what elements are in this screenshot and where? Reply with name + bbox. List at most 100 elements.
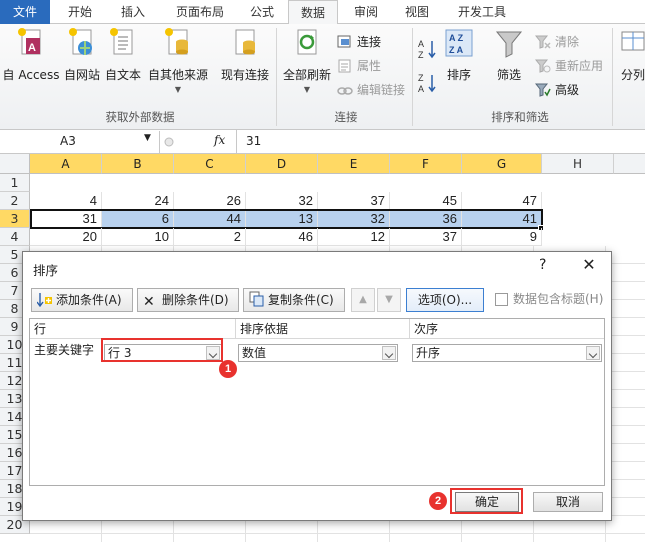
add-level-label: 添加条件(A)	[56, 293, 122, 307]
edit-links-button[interactable]: 编辑链接	[337, 80, 405, 100]
column-header[interactable]: B	[102, 154, 174, 174]
properties-button[interactable]: 属性	[337, 56, 381, 76]
dropdown-arrow-icon: ▼	[174, 85, 182, 94]
select-all-corner[interactable]	[0, 154, 30, 174]
copy-level-label: 复制条件(C)	[268, 293, 334, 307]
clear-label: 清除	[555, 35, 580, 49]
svg-text:Z: Z	[418, 50, 424, 60]
tab-developer[interactable]: 开发工具	[446, 0, 518, 24]
name-box[interactable]: A3 ▼	[0, 131, 160, 153]
add-level-button[interactable]: 添加条件(A)	[31, 288, 133, 312]
clear-filter-button[interactable]: 清除	[534, 32, 580, 52]
from-text-label: 自文本	[104, 68, 141, 82]
cancel-button[interactable]: 取消	[533, 492, 603, 512]
options-button[interactable]: 选项(O)...	[406, 288, 484, 312]
advanced-label: 高级	[555, 83, 580, 97]
refresh-all-label: 全部刷新	[282, 68, 331, 82]
svg-text:A: A	[418, 39, 424, 49]
cell-G2[interactable]: 47	[462, 192, 542, 210]
cell-E4[interactable]: 12	[318, 228, 390, 246]
move-up-button[interactable]: ▲	[351, 288, 375, 312]
cell-C4[interactable]: 2	[174, 228, 246, 246]
filter-label: 筛选	[496, 68, 521, 82]
tab-review[interactable]: 审阅	[342, 0, 390, 24]
tab-view[interactable]: 视图	[392, 0, 442, 24]
from-other-sources-button[interactable]: 自其他来源 ▼	[145, 28, 211, 94]
has-headers-checkbox[interactable]	[495, 293, 508, 306]
connections-button[interactable]: 连接	[337, 32, 381, 52]
delete-level-button[interactable]: ✕ 删除条件(D)	[137, 288, 239, 312]
order-select[interactable]: 升序	[412, 344, 602, 362]
cell-A4[interactable]: 20	[30, 228, 102, 246]
chevron-down-icon[interactable]	[586, 346, 600, 360]
reapply-label: 重新应用	[555, 59, 604, 73]
sort-on-select[interactable]: 数值	[238, 344, 398, 362]
delete-level-label: 删除条件(D)	[162, 293, 229, 307]
connections-label: 连接	[357, 35, 382, 49]
delete-icon: ✕	[143, 294, 155, 310]
tab-home[interactable]: 开始	[55, 0, 105, 24]
sort-az-icon[interactable]: AZ	[418, 38, 438, 63]
name-box-dropdown-icon[interactable]: ▼	[144, 133, 151, 143]
group-separator	[612, 28, 613, 126]
advanced-filter-button[interactable]: 高级	[534, 80, 580, 100]
column-header[interactable]: F	[390, 154, 462, 174]
add-level-icon	[36, 291, 53, 314]
dialog-title: 排序	[33, 263, 59, 278]
column-header[interactable]	[614, 154, 645, 174]
tab-insert[interactable]: 插入	[108, 0, 158, 24]
help-button[interactable]: ?	[539, 257, 546, 273]
sort-button[interactable]: A Z Z A 排序	[442, 28, 476, 83]
from-web-button[interactable]: 自网站	[62, 28, 102, 83]
copy-level-button[interactable]: 复制条件(C)	[243, 288, 345, 312]
row-header[interactable]: 3	[0, 210, 30, 228]
column-header[interactable]: C	[174, 154, 246, 174]
formula-bar-resize-handle[interactable]	[164, 134, 174, 150]
existing-connections-icon	[230, 28, 260, 60]
cell-E2[interactable]: 37	[318, 192, 390, 210]
cell-F2[interactable]: 45	[390, 192, 462, 210]
advanced-filter-icon	[534, 82, 551, 98]
tab-formulas[interactable]: 公式	[240, 0, 284, 24]
formula-input[interactable]: 31	[246, 134, 261, 148]
reapply-button[interactable]: 重新应用	[534, 56, 604, 76]
column-header[interactable]: E	[318, 154, 390, 174]
from-text-button[interactable]: 自文本	[103, 28, 143, 83]
cell-B4[interactable]: 10	[102, 228, 174, 246]
chevron-down-icon[interactable]	[382, 346, 396, 360]
cell-G4[interactable]: 9	[462, 228, 542, 246]
column-header[interactable]: H	[542, 154, 614, 174]
refresh-icon	[292, 28, 322, 60]
column-header[interactable]: D	[246, 154, 318, 174]
cell-F4[interactable]: 37	[390, 228, 462, 246]
close-button[interactable]: ✕	[577, 254, 601, 276]
row-header[interactable]: 2	[0, 192, 30, 210]
cell-C2[interactable]: 26	[174, 192, 246, 210]
cell-D2[interactable]: 32	[246, 192, 318, 210]
tab-data[interactable]: 数据	[288, 0, 338, 25]
column-order-header: 次序	[410, 319, 604, 339]
move-down-button[interactable]: ▼	[377, 288, 401, 312]
from-access-label: 自 Access	[2, 68, 60, 82]
column-header[interactable]: G	[462, 154, 542, 174]
from-access-button[interactable]: A 自 Access	[2, 28, 60, 83]
sort-dialog: 排序 ? ✕ 添加条件(A) ✕ 删除条件(D) 复制条件(C) ▲ ▼ 选项(…	[22, 251, 612, 521]
tab-page-layout[interactable]: 页面布局	[162, 0, 238, 24]
annotation-box-ok	[450, 488, 523, 514]
row-header[interactable]: 4	[0, 228, 30, 246]
filter-icon	[494, 28, 524, 60]
refresh-all-button[interactable]: 全部刷新 ▼	[280, 28, 334, 94]
sort-za-icon[interactable]: ZA	[418, 72, 438, 97]
row-header[interactable]: 1	[0, 174, 30, 192]
column-header[interactable]: A	[30, 154, 102, 174]
cell-A2[interactable]: 4	[30, 192, 102, 210]
text-to-columns-button[interactable]: 分列	[617, 28, 645, 83]
link-icon	[337, 82, 353, 98]
tab-file[interactable]: 文件	[0, 0, 50, 24]
existing-connections-button[interactable]: 现有连接	[217, 28, 273, 83]
insert-function-icon[interactable]: fx	[214, 133, 225, 147]
cell-D4[interactable]: 46	[246, 228, 318, 246]
cell-B2[interactable]: 24	[102, 192, 174, 210]
filter-button[interactable]: 筛选	[492, 28, 526, 83]
dropdown-arrow-icon: ▼	[303, 85, 311, 94]
